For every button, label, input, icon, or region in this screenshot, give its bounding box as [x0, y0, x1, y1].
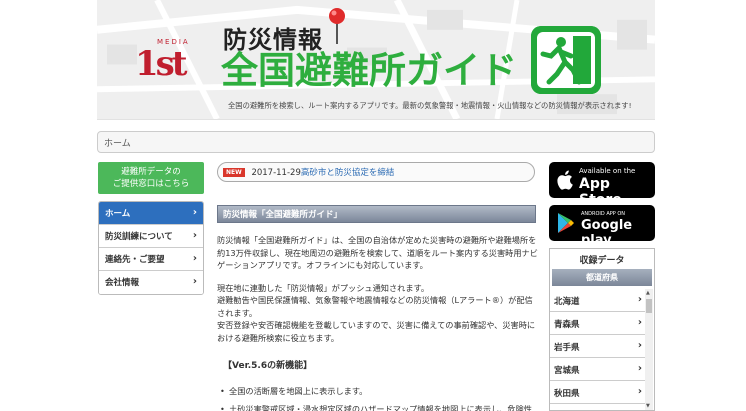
- news-ticker: NEW 2017-11-29高砂市と防災協定を締結: [217, 162, 535, 182]
- prefecture-name: 北海道: [554, 297, 580, 307]
- page-title: 全国避難所ガイド: [221, 49, 517, 92]
- nav-item-label: 連絡先・ご要望: [105, 255, 165, 265]
- prefecture-scrollbar[interactable]: ▲ ▼: [645, 289, 653, 410]
- map-pin-icon: [329, 8, 345, 44]
- nav-item-home[interactable]: ホーム ›: [99, 202, 203, 225]
- list-item[interactable]: 岩手県 ›: [550, 335, 646, 358]
- chevron-right-icon: ›: [192, 276, 197, 287]
- main-content: 防災情報「全国避難所ガイド」は、全国の自治体が定めた災害時の避難所や避難場所を約…: [217, 234, 539, 411]
- chevron-right-icon: ›: [192, 253, 197, 264]
- prefecture-name: 宮城県: [554, 366, 580, 376]
- app-store-small-text: Available on the: [579, 167, 636, 175]
- header-description: 全国の避難所を検索し、ルート案内するアプリです。最新の気象警報・地震情報・火山情…: [228, 101, 632, 110]
- chevron-right-icon: ›: [637, 294, 642, 305]
- chevron-right-icon: ›: [192, 230, 197, 241]
- prefecture-name: 秋田県: [554, 389, 580, 399]
- chevron-right-icon: ›: [637, 340, 642, 351]
- nav-item-drills[interactable]: 防災訓練について ›: [99, 225, 203, 248]
- list-item[interactable]: 秋田県 ›: [550, 381, 646, 404]
- apple-icon: [557, 170, 573, 190]
- emergency-exit-icon: [531, 26, 601, 94]
- pref-panel-title: 収録データ: [579, 256, 625, 266]
- list-item[interactable]: 宮城県 ›: [550, 358, 646, 381]
- push-line-3: 安否登録や安否確認機能を登載していますので、災害に備えての事前確認や、災害時にお…: [217, 320, 536, 343]
- chevron-right-icon: ›: [192, 207, 197, 218]
- nav-item-company[interactable]: 会社情報 ›: [99, 271, 203, 294]
- news-link[interactable]: 高砂市と防災協定を締結: [301, 168, 395, 178]
- news-date: 2017-11-29: [251, 168, 301, 178]
- push-line-2: 避難勧告や国民保護情報、気象警報や地震情報などの防災情報（Lアラート®）が配信さ…: [217, 295, 533, 318]
- chevron-right-icon: ›: [637, 317, 642, 328]
- list-item[interactable]: 北海道 ›: [550, 289, 646, 312]
- scroll-down-icon[interactable]: ▼: [646, 403, 650, 409]
- prefecture-list: 北海道 › 青森県 › 岩手県 › 宮城県 › 秋田県 ›: [550, 289, 646, 404]
- scroll-up-icon[interactable]: ▲: [646, 290, 650, 296]
- chevron-right-icon: ›: [637, 363, 642, 374]
- prefecture-name: 青森県: [554, 320, 580, 330]
- list-item[interactable]: 青森県 ›: [550, 312, 646, 335]
- new-badge: NEW: [223, 168, 245, 177]
- site-header: MEDIA 1st 防災情報 全国避難所ガイド 全国の避難所を検索し、ルート案内…: [97, 0, 655, 120]
- nav-item-contact[interactable]: 連絡先・ご要望 ›: [99, 248, 203, 271]
- app-store-big-text: App Store: [579, 176, 622, 208]
- feature-item: 全国の活断層を地図上に表示します。: [217, 385, 539, 398]
- breadcrumb-home[interactable]: ホーム: [104, 139, 131, 149]
- intro-paragraph: 防災情報「全国避難所ガイド」は、全国の自治体が定めた災害時の避難所や避難場所を約…: [217, 235, 538, 270]
- company-logo[interactable]: MEDIA 1st: [135, 38, 195, 84]
- nav-item-label: ホーム: [105, 209, 131, 219]
- app-store-button[interactable]: Available on the App Store: [549, 162, 655, 208]
- push-info-paragraph: 現在地に連動した「防災情報」がプッシュ通知されます。 避難勧告や国民保護情報、気…: [217, 282, 539, 345]
- nav-item-label: 防災訓練について: [105, 232, 173, 242]
- google-play-button[interactable]: ANDROID APP ON Google play: [549, 205, 655, 248]
- data-provision-line1: 避難所データの: [121, 167, 181, 177]
- prefecture-panel: 収録データ 都道府県 北海道 › 青森県 › 岩手県 › 宮城県 › 秋田県 ›…: [549, 248, 655, 411]
- push-line-1: 現在地に連動した「防災情報」がプッシュ通知されます。: [217, 282, 430, 293]
- prefecture-name: 岩手県: [554, 343, 580, 353]
- sidebar-nav: ホーム › 防災訓練について › 連絡先・ご要望 › 会社情報 ›: [98, 201, 204, 295]
- version-heading: 【Ver.5.6の新機能】: [223, 361, 313, 371]
- scrollbar-thumb[interactable]: [646, 299, 652, 313]
- pref-panel-subheading: 都道府県: [552, 269, 652, 286]
- logo-1st-text: 1st: [135, 44, 187, 84]
- nav-item-label: 会社情報: [105, 278, 140, 288]
- breadcrumb: ホーム: [97, 131, 655, 153]
- feature-list: 全国の活断層を地図上に表示します。 土砂災害警戒区域・浸水想定区域のハザードマッ…: [217, 385, 539, 411]
- chevron-right-icon: ›: [637, 386, 642, 397]
- data-provision-button[interactable]: 避難所データの ご提供窓口はこちら: [98, 162, 204, 194]
- section-heading: 防災情報「全国避難所ガイド」: [217, 205, 536, 223]
- data-provision-line2: ご提供窓口はこちら: [112, 179, 190, 189]
- feature-item: 土砂災害警戒区域・浸水想定区域のハザードマップ情報を地図上に表示し、危険性: [217, 403, 539, 411]
- google-play-small-text: ANDROID APP ON: [581, 211, 626, 217]
- google-play-icon: [558, 213, 574, 233]
- google-play-big-text: Google play: [581, 218, 633, 248]
